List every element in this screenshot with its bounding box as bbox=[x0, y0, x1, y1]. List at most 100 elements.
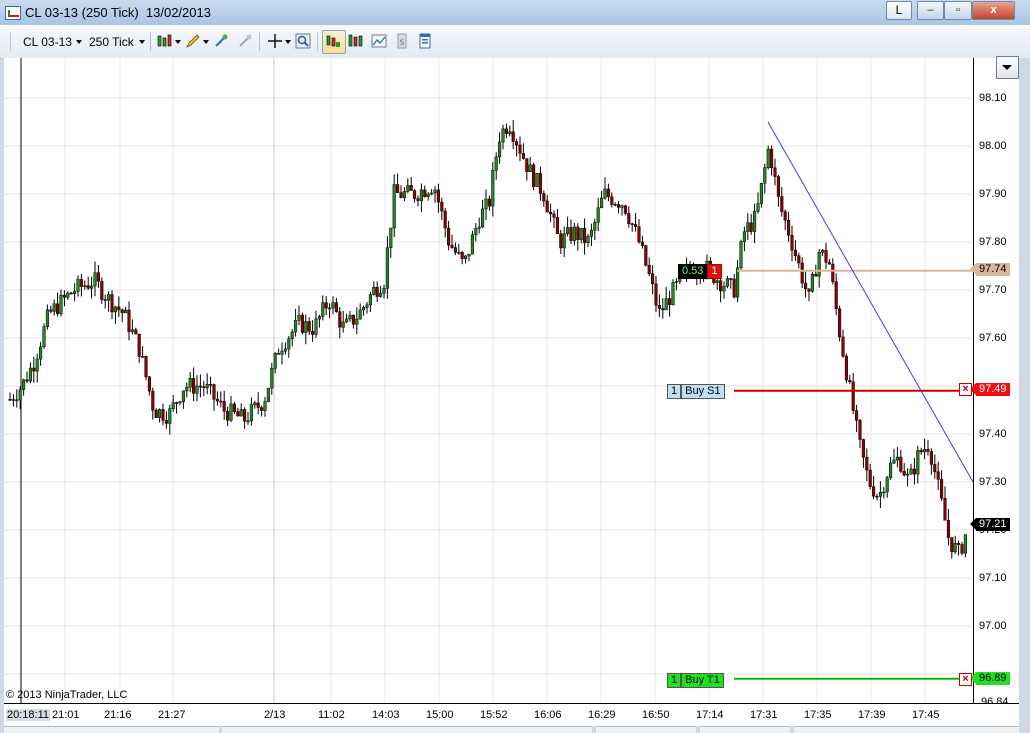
candle-body bbox=[906, 473, 910, 476]
interval-dropdown-icon[interactable] bbox=[139, 40, 145, 44]
position-qty: 1 bbox=[707, 264, 722, 279]
indicators-icon[interactable] bbox=[371, 33, 387, 49]
candle-body bbox=[953, 543, 957, 553]
position-pnl-tag[interactable]: 0.53 1 bbox=[678, 264, 722, 279]
link-button[interactable]: L bbox=[886, 1, 912, 20]
crosshair-dropdown-icon[interactable] bbox=[285, 40, 291, 44]
price-tick: 98.00 bbox=[979, 140, 1007, 152]
candle-body bbox=[406, 185, 410, 192]
candle-body bbox=[936, 471, 940, 480]
crosshair-icon[interactable] bbox=[267, 33, 283, 49]
drawing-dropdown-icon[interactable] bbox=[203, 40, 209, 44]
candle-body bbox=[841, 336, 845, 357]
candle-body bbox=[929, 451, 933, 465]
candle-body bbox=[957, 543, 961, 545]
interval-selector[interactable]: 250 Tick bbox=[89, 35, 134, 49]
candle-body bbox=[552, 213, 556, 218]
instrument-dropdown-icon[interactable] bbox=[76, 40, 82, 44]
candle-body bbox=[538, 172, 542, 194]
candle-body bbox=[617, 204, 621, 208]
time-label: 17:14 bbox=[696, 709, 724, 721]
candle-body bbox=[831, 263, 835, 282]
candle-body bbox=[623, 205, 627, 214]
candle-body bbox=[572, 226, 576, 241]
candle-body bbox=[865, 456, 869, 471]
toolbar-separator bbox=[317, 32, 318, 51]
time-label: 21:27 bbox=[158, 709, 186, 721]
price-axis[interactable] bbox=[973, 58, 1020, 703]
candle-body bbox=[759, 182, 763, 204]
candle-body bbox=[73, 291, 77, 294]
candle-body bbox=[117, 306, 121, 311]
candle-body bbox=[396, 184, 400, 193]
candle-body bbox=[518, 144, 522, 154]
candle-body bbox=[345, 318, 349, 323]
stop-price-marker: 97.49 bbox=[970, 383, 1010, 396]
candle-body bbox=[372, 286, 376, 295]
bar-type-icon[interactable] bbox=[157, 33, 173, 49]
candle-body bbox=[263, 401, 267, 411]
candle-body bbox=[389, 227, 393, 248]
chart-trader-icon[interactable] bbox=[325, 33, 341, 49]
candle-body bbox=[375, 286, 379, 297]
strategies-icon[interactable]: $ bbox=[394, 33, 410, 49]
candle-body bbox=[134, 329, 138, 335]
candle-body bbox=[402, 191, 406, 198]
candlestick-chart[interactable] bbox=[4, 58, 973, 703]
toolbar-separator bbox=[150, 32, 151, 51]
snap-icon[interactable] bbox=[213, 33, 229, 49]
candle-body bbox=[933, 464, 937, 473]
properties-icon[interactable] bbox=[417, 33, 433, 49]
target-price-marker: 96.89 bbox=[970, 672, 1010, 685]
candle-body bbox=[90, 285, 94, 289]
cancel-stop-order-icon[interactable]: × bbox=[959, 383, 972, 396]
candle-body bbox=[86, 285, 90, 289]
candle-body bbox=[494, 156, 498, 171]
close-button[interactable]: x bbox=[972, 1, 1015, 20]
candle-body bbox=[100, 281, 104, 300]
global-draw-icon[interactable] bbox=[237, 33, 253, 49]
candle-body bbox=[304, 321, 308, 333]
candle-body bbox=[300, 314, 304, 333]
target-order-tag[interactable]: 1 Buy T1 bbox=[667, 673, 724, 688]
candle-body bbox=[647, 264, 651, 274]
drawing-tools-icon[interactable] bbox=[185, 33, 201, 49]
zoom-icon[interactable] bbox=[295, 33, 311, 49]
toolbar-grip bbox=[10, 32, 11, 51]
candle-body bbox=[620, 205, 624, 208]
candle-body bbox=[511, 131, 515, 142]
candle-body bbox=[239, 409, 243, 417]
chart-menu-dropdown-button[interactable] bbox=[996, 56, 1019, 79]
candle-body bbox=[776, 176, 780, 197]
candle-body bbox=[848, 379, 852, 383]
candle-body bbox=[175, 402, 179, 404]
cancel-target-order-icon[interactable]: × bbox=[959, 673, 972, 686]
maximize-button[interactable]: ▫ bbox=[944, 1, 972, 20]
candle-body bbox=[392, 184, 396, 229]
candle-body bbox=[440, 201, 444, 212]
candle-body bbox=[606, 188, 610, 197]
candle-body bbox=[419, 189, 423, 201]
candle-body bbox=[491, 170, 495, 207]
data-box-icon[interactable] bbox=[348, 33, 364, 49]
candle-body bbox=[39, 346, 43, 360]
candle-body bbox=[260, 407, 264, 411]
minimize-button[interactable]: – bbox=[917, 1, 944, 20]
candle-body bbox=[532, 164, 536, 187]
candle-body bbox=[212, 384, 216, 400]
candle-body bbox=[168, 408, 172, 424]
stop-order-tag[interactable]: 1 Buy S1 bbox=[667, 384, 725, 399]
price-tick: 97.60 bbox=[979, 332, 1007, 344]
chart-toolbar: CL 03-13 250 Tick $ bbox=[0, 25, 1030, 59]
candle-body bbox=[362, 307, 366, 311]
instrument-selector[interactable]: CL 03-13 bbox=[23, 35, 72, 49]
bar-type-dropdown-icon[interactable] bbox=[175, 40, 181, 44]
candle-body bbox=[385, 247, 389, 289]
candle-body bbox=[916, 450, 920, 475]
time-label: 21:01 bbox=[52, 709, 80, 721]
target-order-label: Buy T1 bbox=[681, 673, 724, 688]
candle-body bbox=[586, 236, 590, 243]
candle-body bbox=[613, 204, 617, 206]
time-label: 17:39 bbox=[858, 709, 886, 721]
candle-body bbox=[824, 249, 828, 263]
